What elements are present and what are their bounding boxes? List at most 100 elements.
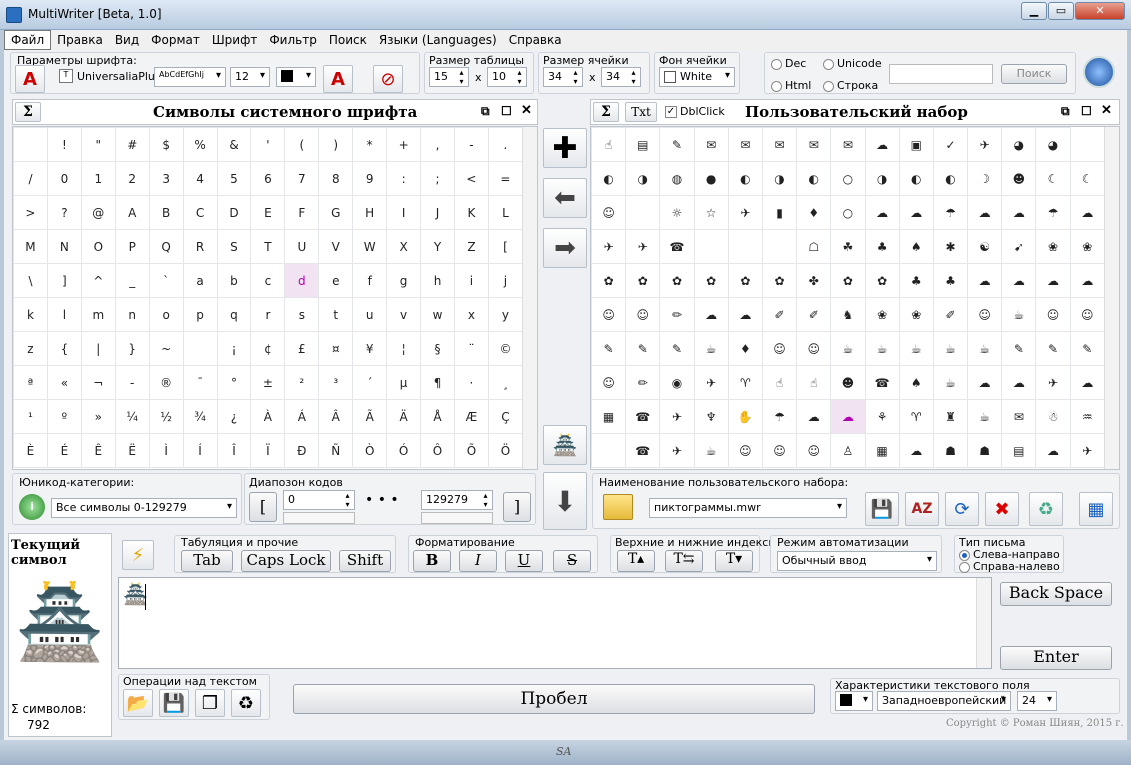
symbol-cell[interactable]: ☺	[727, 433, 763, 468]
arrow-right-icon[interactable]: ➡	[543, 228, 587, 268]
symbol-cell[interactable]: »	[80, 399, 116, 434]
symbol-cell[interactable]: F	[284, 195, 320, 230]
symbol-cell[interactable]: ✈	[659, 399, 695, 434]
symbol-cell[interactable]	[693, 229, 729, 264]
symbol-cell[interactable]: ®	[148, 365, 184, 400]
symbol-cell[interactable]: C	[182, 195, 218, 230]
font-name[interactable]: UniversaliaPlus	[77, 70, 161, 83]
symbol-cell[interactable]: ³	[318, 365, 354, 400]
symbol-cell[interactable]: h	[420, 263, 455, 298]
symbol-cell[interactable]: Ó	[386, 433, 422, 468]
symbol-cell[interactable]: /	[13, 161, 48, 196]
symbol-cell[interactable]: ¾	[182, 399, 218, 434]
caps-lock-button[interactable]: Caps Lock	[241, 550, 331, 572]
symbol-cell[interactable]: X	[386, 229, 422, 264]
symbol-cell[interactable]: Ñ	[318, 433, 354, 468]
grid-icon[interactable]: ▦	[1079, 492, 1113, 526]
symbol-cell[interactable]: ☝	[591, 127, 627, 162]
globe-icon[interactable]	[1083, 56, 1115, 88]
info-icon[interactable]: i	[19, 494, 45, 520]
symbol-cell[interactable]: ▦	[864, 433, 900, 468]
symbol-cell[interactable]: Y	[420, 229, 455, 264]
arrow-down-icon[interactable]: ⬇	[543, 472, 587, 530]
symbol-cell[interactable]: ☘	[830, 229, 866, 264]
range-to-spinner[interactable]: 129279	[421, 490, 493, 510]
menu-item[interactable]: Файл	[4, 30, 52, 50]
symbol-cell[interactable]: ♜	[932, 399, 969, 434]
symbol-cell[interactable]: ✎	[659, 331, 695, 366]
user-panel-close-icon[interactable]: ✕	[1101, 103, 1112, 118]
sort-az-icon[interactable]: AZ	[905, 492, 939, 526]
symbol-cell[interactable]: ☾	[1069, 161, 1106, 196]
font-settings-icon[interactable]: A	[323, 65, 353, 93]
symbol-cell[interactable]: ☽	[967, 161, 1003, 196]
symbol-cell[interactable]: Á	[284, 399, 320, 434]
symbol-cell[interactable]: ±	[250, 365, 286, 400]
symbol-cell[interactable]: N	[46, 229, 82, 264]
symbol-cell[interactable]: 5	[216, 161, 252, 196]
symbol-cell[interactable]: ✎	[1035, 331, 1071, 366]
symbol-cell[interactable]	[13, 127, 48, 162]
symbol-cell[interactable]: g	[386, 263, 422, 298]
symbol-cell[interactable]: ✈	[727, 195, 763, 230]
symbol-cell[interactable]: ☎	[625, 399, 661, 434]
symbol-cell[interactable]: ☁	[693, 297, 729, 332]
symbol-cell[interactable]	[761, 229, 798, 264]
symbol-cell[interactable]: v	[386, 297, 422, 332]
text-color-dropdown[interactable]	[835, 691, 873, 711]
symbol-cell[interactable]: ♈	[727, 365, 763, 400]
symbol-cell[interactable]: ¹	[13, 399, 48, 434]
symbol-cell[interactable]: ▤	[1001, 433, 1037, 468]
symbol-cell[interactable]: ✿	[864, 263, 900, 298]
symbol-cell[interactable]: ☖	[796, 229, 832, 264]
symbol-cell[interactable]: Í	[182, 433, 218, 468]
symbol-cell[interactable]: -	[453, 127, 489, 162]
text-size-dropdown[interactable]: 24	[1017, 691, 1057, 711]
symbol-cell[interactable]: ☻	[830, 365, 866, 400]
symbol-cell[interactable]: ❀	[1035, 229, 1071, 264]
symbol-cell[interactable]: ☕	[932, 331, 969, 366]
symbol-cell[interactable]: ☂	[761, 399, 798, 434]
cell-width-spinner[interactable]: 34	[543, 67, 583, 87]
symbol-cell[interactable]: ▮	[761, 195, 798, 230]
superscript-button[interactable]: T▴	[617, 550, 655, 572]
symbol-cell[interactable]: ^	[80, 263, 116, 298]
symbol-cell[interactable]: ❀	[864, 297, 900, 332]
symbol-cell[interactable]: ✏	[659, 297, 695, 332]
symbol-cell[interactable]: c	[250, 263, 286, 298]
symbol-cell[interactable]: Õ	[453, 433, 489, 468]
symbol-cell[interactable]: ☾	[1035, 161, 1071, 196]
symbol-cell[interactable]: @	[80, 195, 116, 230]
symbol-cell[interactable]: '	[250, 127, 286, 162]
symbol-cell[interactable]: ¶	[420, 365, 455, 400]
menu-item[interactable]: Справка	[503, 31, 568, 49]
symbol-cell[interactable]: ☺	[796, 331, 832, 366]
symbol-cell[interactable]: ¦	[386, 331, 422, 366]
symbol-cell[interactable]: ☃	[1035, 399, 1071, 434]
close-button[interactable]: ✕	[1075, 2, 1125, 20]
refresh-icon[interactable]: ⟳	[945, 492, 979, 526]
symbol-cell[interactable]: ♣	[932, 263, 969, 298]
range-from-slider[interactable]	[283, 512, 355, 524]
symbol-cell[interactable]: S	[216, 229, 252, 264]
cell-height-spinner[interactable]: 34	[601, 67, 641, 87]
symbol-cell[interactable]: ☁	[1035, 263, 1071, 298]
symbol-cell[interactable]: ✈	[693, 365, 729, 400]
symbol-cell[interactable]: 8	[318, 161, 354, 196]
symbol-cell[interactable]: ♣	[898, 263, 934, 298]
symbol-cell[interactable]: ◕	[1001, 127, 1037, 162]
txt-button[interactable]: Txt	[625, 102, 657, 122]
symbol-cell[interactable]: o	[148, 297, 184, 332]
symbol-cell[interactable]: U	[284, 229, 320, 264]
symbol-cell[interactable]: ☁	[898, 433, 934, 468]
symbol-cell[interactable]: ·	[453, 365, 489, 400]
radio-dec[interactable]: Dec	[771, 57, 806, 70]
symbol-cell[interactable]: ☂	[932, 195, 969, 230]
lightning-icon[interactable]: ⚡	[122, 540, 154, 570]
symbol-cell[interactable]: ☝	[761, 365, 798, 400]
symbol-cell[interactable]: ☕	[967, 399, 1003, 434]
radio-html[interactable]: Html	[771, 79, 811, 92]
symbol-cell[interactable]: ♈	[898, 399, 934, 434]
symbol-cell[interactable]: ✎	[625, 331, 661, 366]
symbol-cell[interactable]: ☺	[967, 297, 1003, 332]
